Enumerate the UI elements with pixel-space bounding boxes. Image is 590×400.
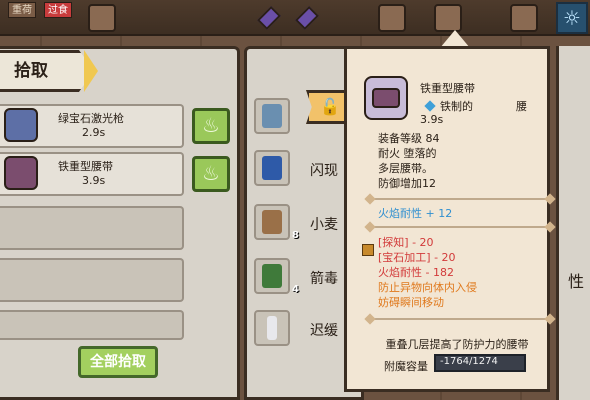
tooltip-divider bbox=[364, 193, 556, 205]
status-tab-heavy[interactable]: 重荷 bbox=[8, 2, 36, 18]
status-tab-overeat[interactable]: 过食 bbox=[44, 2, 72, 18]
book-icon bbox=[254, 150, 290, 186]
quality-suffix: 腰 bbox=[516, 100, 527, 113]
tooltip-debuff: [探知] - 20 bbox=[378, 236, 434, 249]
belt-icon bbox=[4, 156, 38, 190]
fire-pickup-button[interactable]: ♨ bbox=[192, 156, 230, 192]
tooltip-debuff: [宝石加工] - 20 bbox=[378, 251, 456, 264]
inventory-item-label: 箭毒 bbox=[310, 271, 338, 287]
item-slot bbox=[0, 258, 184, 302]
scroll-icon[interactable] bbox=[434, 4, 462, 32]
tooltip-stat-line: 耐火 堕落的 bbox=[378, 147, 437, 160]
laser-gun-icon bbox=[4, 108, 38, 142]
pickup-item-row[interactable]: 铁重型腰带 3.9s ♨ bbox=[0, 152, 236, 196]
fire-pickup-button[interactable]: ♨ bbox=[192, 108, 230, 144]
wheat-bundle-icon bbox=[254, 204, 290, 240]
tooltip-quality: 铁制的 bbox=[424, 98, 473, 114]
belt-icon bbox=[364, 76, 408, 120]
inventory-item-label: 闪现 bbox=[310, 163, 338, 179]
right-panel bbox=[556, 46, 590, 400]
top-slot-icon[interactable] bbox=[88, 4, 116, 32]
tooltip-stat-line: 防御增加12 bbox=[378, 177, 436, 190]
stethoscope-icon bbox=[254, 98, 290, 134]
item-name: 铁重型腰带 bbox=[58, 160, 113, 173]
tooltip-divider bbox=[364, 221, 556, 233]
sun-icon[interactable]: ☼ bbox=[556, 2, 588, 34]
item-slot bbox=[0, 310, 184, 340]
tooltip-note: 防止异物向体内入侵 bbox=[378, 281, 477, 294]
enchant-capacity-label: 附魔容量 bbox=[384, 360, 428, 373]
tooltip-item-name: 铁重型腰带 bbox=[420, 82, 475, 95]
item-name: 绿宝石激光枪 bbox=[58, 112, 124, 125]
pickup-item-row[interactable]: 绿宝石激光枪 2.9s ♨ bbox=[0, 104, 236, 148]
empty-slot-row bbox=[0, 310, 236, 340]
tooltip-buff: 火焰耐性 + 12 bbox=[378, 207, 453, 220]
tooltip-stat-line: 多层腰带。 bbox=[378, 162, 433, 175]
tooltip-divider bbox=[364, 313, 556, 325]
item-count: 4 bbox=[292, 284, 299, 295]
empty-slot-row bbox=[0, 206, 236, 250]
pickup-all-button[interactable]: 全部拾取 bbox=[78, 346, 158, 378]
inventory-item-label: 小麦 bbox=[310, 217, 338, 233]
spiral-icon[interactable] bbox=[510, 4, 538, 32]
right-panel-label: 性 bbox=[568, 272, 585, 291]
quality-diamond-icon bbox=[424, 100, 436, 112]
tooltip-note: 妨碍瞬间移动 bbox=[378, 296, 444, 309]
pickup-title: 拾取 bbox=[0, 50, 94, 92]
tooltip-stat-line: 装备等级 84 bbox=[378, 132, 440, 145]
item-weight: 2.9s bbox=[82, 126, 106, 139]
inventory-item-label: 迟缓 bbox=[310, 323, 338, 339]
gem-icon[interactable] bbox=[294, 5, 320, 31]
item-slot bbox=[0, 206, 184, 250]
quality-prefix: 铁制的 bbox=[440, 100, 473, 113]
hammer-icon bbox=[362, 244, 374, 256]
top-bar: 重荷 过食 ☼ bbox=[0, 0, 590, 36]
empty-slot-row bbox=[0, 258, 236, 302]
item-weight: 3.9s bbox=[82, 174, 106, 187]
tooltip-description: 重叠几层提高了防护力的腰带 bbox=[385, 338, 529, 351]
gem-icon[interactable] bbox=[256, 5, 282, 31]
book-icon[interactable] bbox=[378, 4, 406, 32]
enchant-capacity-value: -1764/1274 bbox=[440, 356, 498, 367]
vial-icon bbox=[254, 310, 290, 346]
item-count: 8 bbox=[292, 230, 299, 241]
herb-icon bbox=[254, 258, 290, 294]
tooltip-debuff: 火焰耐性 - 182 bbox=[378, 266, 454, 279]
tooltip-weight: 3.9s bbox=[420, 113, 444, 126]
